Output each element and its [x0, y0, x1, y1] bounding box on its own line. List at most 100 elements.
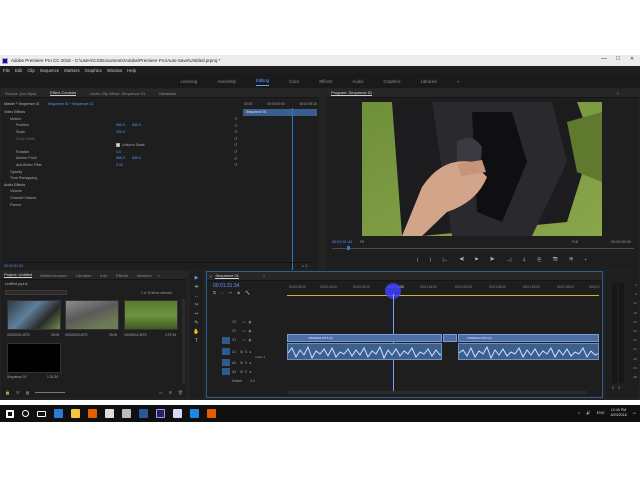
ec-value[interactable]: 540.0	[132, 156, 141, 160]
premiere-icon[interactable]	[156, 409, 165, 418]
workspace-assembly[interactable]: Assembly	[217, 77, 236, 86]
trash-icon[interactable]: 🗑	[178, 390, 183, 395]
track-header-v2[interactable]: V2 ▭ ◉	[222, 326, 285, 335]
type-tool[interactable]: T	[193, 337, 200, 346]
ec-export-icon[interactable]: ▸ ⎘	[302, 264, 308, 268]
list-view-icon[interactable]: ☰	[16, 390, 20, 395]
menu-sequence[interactable]: Sequence	[40, 68, 59, 73]
hand-tool[interactable]: ✋	[193, 328, 200, 337]
icon-view-icon[interactable]: ▦	[26, 390, 30, 395]
ec-value[interactable]: 0.0	[116, 150, 121, 154]
reset-icon[interactable]: ↺	[234, 116, 240, 123]
play-button[interactable]: ▶	[475, 256, 478, 262]
menu-markers[interactable]: Markers	[64, 68, 80, 73]
maximize-button[interactable]: ☐	[611, 56, 625, 62]
uniform-scale-checkbox[interactable]	[116, 143, 120, 148]
menu-help[interactable]: Help	[127, 68, 136, 73]
project-thumb-sequence[interactable]	[7, 343, 61, 373]
explorer-icon[interactable]	[71, 409, 80, 418]
workspace-learning[interactable]: Learning	[181, 77, 198, 86]
project-search-input[interactable]	[5, 290, 67, 295]
ec-row-antiflicker[interactable]: Anti-flicker Filter 0.00	[4, 162, 240, 169]
menu-file[interactable]: File	[3, 68, 10, 73]
tab-media-browser[interactable]: Media Browser	[40, 273, 67, 278]
track-header-v1[interactable]: V1 ▭ ◉	[222, 335, 285, 345]
lift-button[interactable]: ⎀	[523, 257, 527, 262]
tab-info[interactable]: Info	[100, 273, 107, 278]
reset-icon[interactable]: ↺	[234, 129, 240, 136]
export-frame-button[interactable]: 📷	[552, 256, 558, 262]
ec-row-scale-width[interactable]: Scale Width	[4, 135, 240, 142]
solo-right-button[interactable]: S	[618, 386, 620, 390]
mic-icon[interactable]: ●	[249, 361, 251, 365]
program-menu-icon[interactable]: ≡	[617, 91, 619, 96]
lock-icon[interactable]: ▭	[242, 329, 245, 333]
start-icon[interactable]	[6, 409, 14, 418]
extract-button[interactable]: ⎘	[538, 257, 542, 262]
keyboard-language[interactable]: ENG	[597, 411, 605, 415]
tab-markers[interactable]: Markers	[137, 273, 151, 278]
master-clip-label[interactable]: Master * Sequence 01	[4, 102, 40, 106]
mute-button[interactable]: M	[240, 370, 243, 374]
ripple-edit-tool[interactable]: ↔	[193, 292, 200, 301]
solo-button[interactable]: S	[245, 350, 247, 354]
nest-toggle-icon[interactable]: ⧉	[213, 290, 216, 295]
sequence-clip-label[interactable]: Sequence 01 * Sequence 01	[48, 102, 94, 106]
tabs-more[interactable]: »	[158, 273, 160, 278]
go-to-in-button[interactable]: |←	[443, 257, 449, 262]
tab-project[interactable]: Project: Untitled	[4, 272, 33, 278]
new-item-icon[interactable]: ⊞	[169, 390, 172, 395]
video-clip[interactable]	[443, 334, 457, 342]
wrench-icon[interactable]: 🔧	[245, 290, 250, 295]
razor-tool[interactable]: ✂	[193, 301, 200, 310]
ec-value[interactable]: 0.00	[116, 163, 123, 167]
tab-audio-clip-mixer[interactable]: Audio Clip Mixer: Sequence 01	[90, 91, 145, 96]
ec-row-volume[interactable]: Volume	[4, 188, 240, 195]
ec-row-rotation[interactable]: Rotation 0.0	[4, 149, 240, 156]
timeline-scrollbar[interactable]	[287, 391, 587, 394]
video-clip[interactable]: VID00012.MTS [V]	[458, 334, 599, 342]
video-clip[interactable]: VID00001.MTS [V]	[287, 334, 442, 342]
sequence-tab[interactable]: Sequence 01	[215, 273, 239, 279]
audio-clip[interactable]	[458, 343, 599, 360]
close-sequence-icon[interactable]: ✕	[209, 274, 212, 279]
word-icon[interactable]	[139, 409, 148, 418]
track-header-a3[interactable]: A3 M S ●	[222, 367, 285, 376]
menu-clip[interactable]: Clip	[27, 68, 34, 73]
close-button[interactable]: ✕	[625, 56, 639, 62]
reset-icon[interactable]: ↺	[234, 149, 240, 156]
solo-left-button[interactable]: S	[612, 386, 614, 390]
snap-icon[interactable]: ∩	[221, 290, 224, 295]
audio-clip[interactable]	[287, 343, 442, 360]
new-bin-icon[interactable]: ▭	[159, 390, 163, 395]
timeline-menu-icon[interactable]: ≡	[263, 274, 265, 279]
reset-icon[interactable]: ↺	[234, 123, 240, 130]
ec-value[interactable]: 540.0	[132, 123, 141, 127]
ec-row-motion[interactable]: Motion	[4, 116, 240, 123]
ec-value[interactable]: 100.0	[116, 130, 125, 134]
workspace-more[interactable]: »	[457, 77, 459, 86]
track-header-a2[interactable]: A2 M S ●	[222, 358, 285, 367]
program-quality-select[interactable]: Full	[572, 240, 578, 244]
chrome-icon[interactable]	[105, 409, 114, 418]
workspace-audio[interactable]: Audio	[352, 77, 363, 86]
program-title[interactable]: Program: Sequence 01	[331, 90, 373, 96]
project-thumb-3[interactable]	[124, 300, 178, 330]
linked-selection-icon[interactable]: ⚯	[229, 290, 232, 295]
timeline-timecode[interactable]: 00:01:31:34	[213, 283, 239, 289]
track-header-master[interactable]: Master 0.0	[222, 376, 285, 385]
workspace-graphics[interactable]: Graphics	[383, 77, 400, 86]
reset-icon[interactable]: ↺	[234, 156, 240, 163]
tab-metadata[interactable]: Metadata	[159, 91, 176, 96]
ec-row-channel-volume[interactable]: Channel Volume	[4, 195, 240, 202]
workspace-editing[interactable]: Editing	[255, 76, 270, 86]
tab-libraries[interactable]: Libraries	[76, 273, 91, 278]
ec-timecode[interactable]: 00:01:31:34	[4, 264, 23, 268]
mute-button[interactable]: M	[240, 361, 243, 365]
reset-icon[interactable]: ↺	[234, 142, 240, 149]
program-video-frame[interactable]	[362, 102, 602, 236]
pen-tool[interactable]: ✎	[193, 319, 200, 328]
mute-button[interactable]: M	[240, 350, 243, 354]
comparison-view-button[interactable]: ⊞	[569, 256, 573, 262]
network-icon[interactable]: ⌂	[578, 411, 580, 415]
